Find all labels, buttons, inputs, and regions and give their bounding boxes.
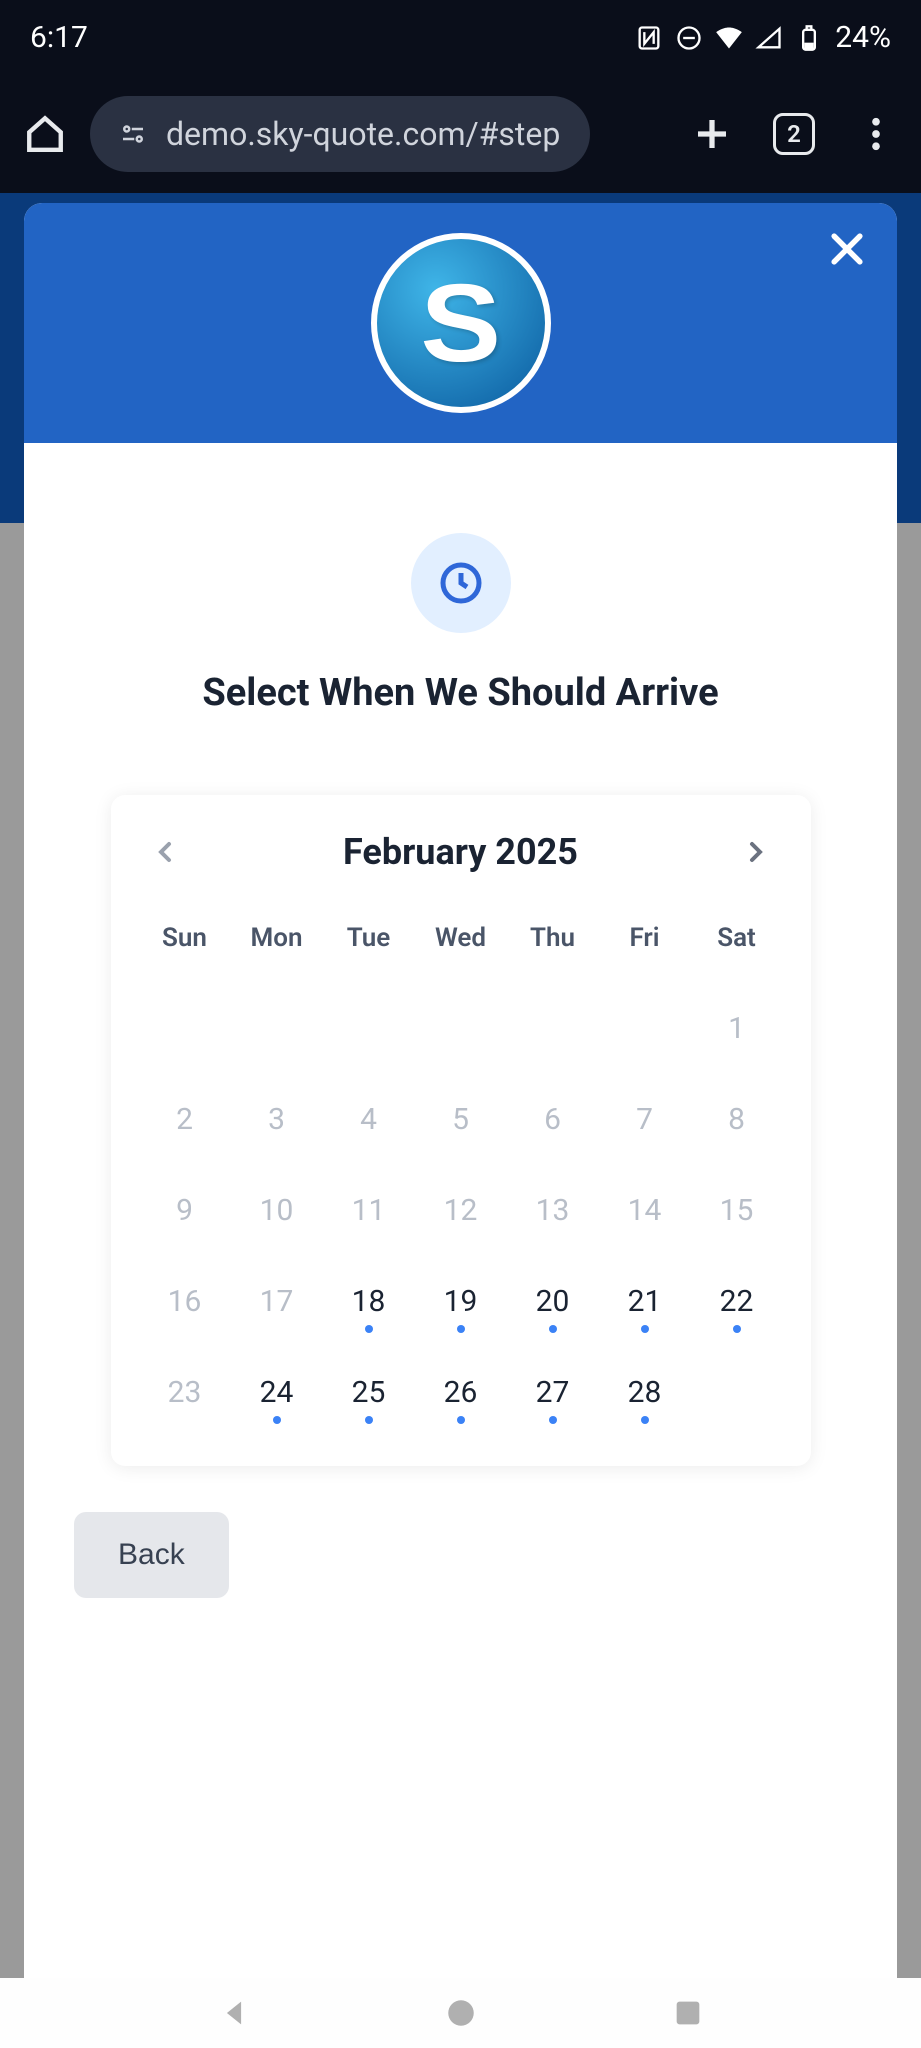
day-23: 23 [139,1347,231,1438]
availability-dot [641,1325,649,1333]
close-icon[interactable] [825,227,869,271]
tab-count: 2 [787,120,801,148]
day-18[interactable]: 18 [323,1256,415,1347]
day-8: 8 [691,1074,783,1165]
availability-dot [733,1325,741,1333]
site-settings-icon [118,119,148,149]
availability-dot [641,1416,649,1424]
day-13: 13 [507,1165,599,1256]
home-icon[interactable] [24,113,66,155]
dow-label: Wed [415,911,507,983]
page-title: Select When We Should Arrive [74,671,847,715]
new-tab-icon[interactable] [691,113,733,155]
dow-label: Mon [231,911,323,983]
page-background: S Select When We Should Arrive February … [0,193,921,1978]
nav-recent-icon[interactable] [671,1996,705,2030]
day-5: 5 [415,1074,507,1165]
day-28[interactable]: 28 [599,1347,691,1438]
day-19[interactable]: 19 [415,1256,507,1347]
nav-home-icon[interactable] [444,1996,478,2030]
day-empty [231,983,323,1074]
day-17: 17 [231,1256,323,1347]
day-26[interactable]: 26 [415,1347,507,1438]
day-10: 10 [231,1165,323,1256]
dow-label: Tue [323,911,415,983]
day-2: 2 [139,1074,231,1165]
availability-dot [457,1416,465,1424]
day-empty [415,983,507,1074]
battery-percent: 24% [835,20,891,55]
more-icon[interactable] [855,113,897,155]
day-7: 7 [599,1074,691,1165]
system-nav-bar [0,1978,921,2048]
wifi-icon [715,24,743,52]
availability-dot [273,1416,281,1424]
day-16: 16 [139,1256,231,1347]
day-empty [323,983,415,1074]
day-empty [599,983,691,1074]
day-3: 3 [231,1074,323,1165]
day-25[interactable]: 25 [323,1347,415,1438]
day-empty [507,983,599,1074]
modal-header: S [24,203,897,443]
dow-label: Sun [139,911,231,983]
availability-dot [365,1416,373,1424]
booking-modal: S Select When We Should Arrive February … [24,203,897,1978]
nav-back-icon[interactable] [217,1996,251,2030]
day-20[interactable]: 20 [507,1256,599,1347]
prev-month-icon[interactable] [149,836,181,868]
month-label: February 2025 [343,831,578,873]
dnd-icon [675,24,703,52]
clock-icon [437,559,485,607]
day-21[interactable]: 21 [599,1256,691,1347]
url-bar[interactable]: demo.sky-quote.com/#step [90,96,590,172]
calendar-nav: February 2025 [139,831,783,873]
back-button[interactable]: Back [74,1512,229,1598]
logo-letter: S [420,260,501,387]
day-14: 14 [599,1165,691,1256]
dow-label: Fri [599,911,691,983]
day-empty [139,983,231,1074]
availability-dot [457,1325,465,1333]
day-1: 1 [691,983,783,1074]
signal-icon [755,24,783,52]
calendar: February 2025 SunMonTueWedThuFriSat12345… [111,795,811,1466]
availability-dot [549,1325,557,1333]
status-time: 6:17 [30,20,88,55]
modal-body: Select When We Should Arrive February 20… [24,443,897,1978]
availability-dot [365,1325,373,1333]
availability-dot [549,1416,557,1424]
brand-logo: S [371,233,551,413]
dow-label: Thu [507,911,599,983]
url-text: demo.sky-quote.com/#step [166,115,560,153]
status-icons: 24% [635,20,891,55]
day-9: 9 [139,1165,231,1256]
clock-badge [411,533,511,633]
calendar-grid: SunMonTueWedThuFriSat1234567891011121314… [139,911,783,1438]
day-6: 6 [507,1074,599,1165]
day-27[interactable]: 27 [507,1347,599,1438]
next-month-icon[interactable] [740,836,772,868]
day-12: 12 [415,1165,507,1256]
day-4: 4 [323,1074,415,1165]
battery-icon [795,24,823,52]
day-24[interactable]: 24 [231,1347,323,1438]
dow-label: Sat [691,911,783,983]
tabs-button[interactable]: 2 [773,113,815,155]
nfc-icon [635,24,663,52]
status-bar: 6:17 24% [0,0,921,75]
day-15: 15 [691,1165,783,1256]
browser-toolbar: demo.sky-quote.com/#step 2 [0,75,921,193]
day-22[interactable]: 22 [691,1256,783,1347]
day-11: 11 [323,1165,415,1256]
